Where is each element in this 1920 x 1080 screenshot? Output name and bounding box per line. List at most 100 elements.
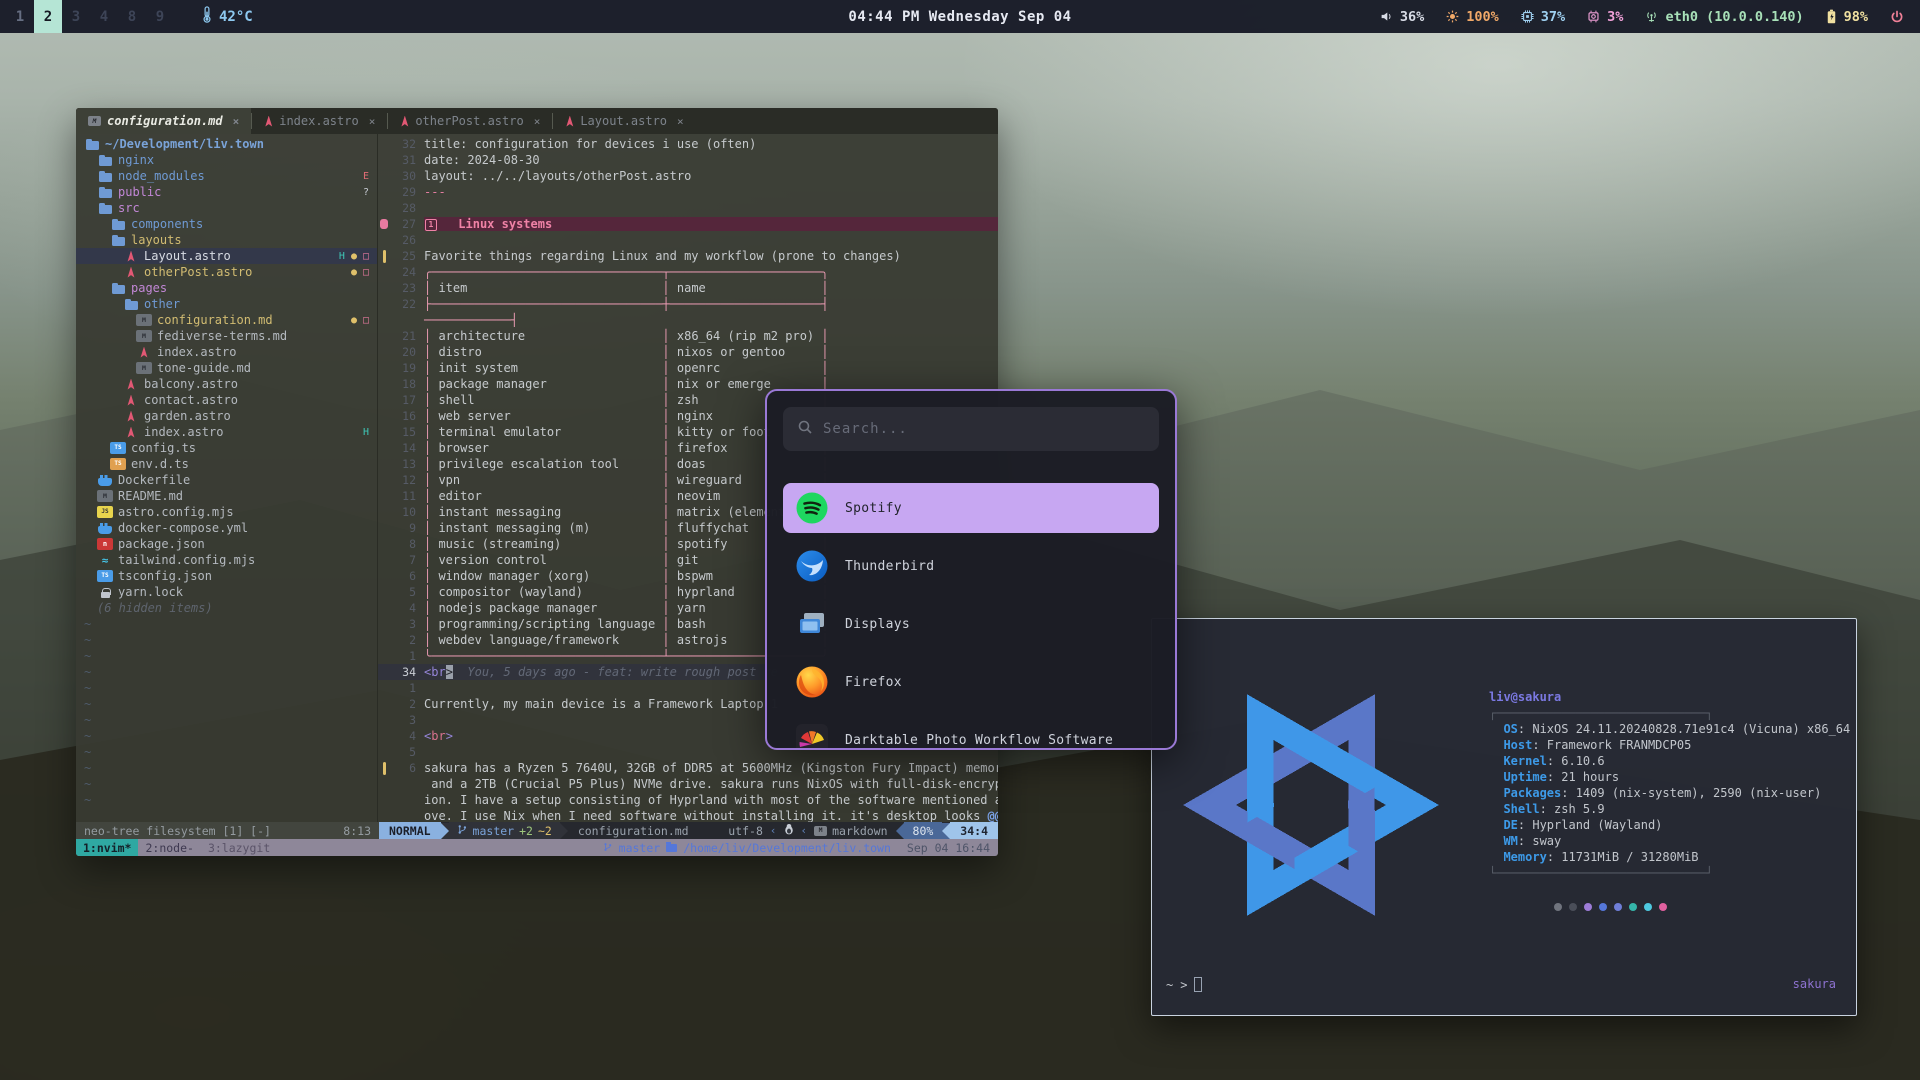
launcher-item-thunderbird[interactable]: Thunderbird bbox=[783, 541, 1159, 591]
tree-item-configuration.md[interactable]: Mconfiguration.md●□ bbox=[76, 312, 377, 328]
tab-Layout.astro[interactable]: Layout.astro× bbox=[553, 108, 695, 134]
file-encoding: utf-8 bbox=[728, 824, 763, 838]
tree-item-docker-compose.yml[interactable]: docker-compose.yml bbox=[76, 520, 377, 536]
editor-line[interactable]: 32title: configuration for devices i use… bbox=[378, 136, 998, 152]
palette-dot bbox=[1644, 903, 1652, 911]
filetype: markdown bbox=[832, 824, 887, 838]
tmux-branch: master bbox=[619, 841, 661, 855]
tree-item-env.d.ts[interactable]: TSenv.d.ts bbox=[76, 456, 377, 472]
editor-line[interactable]: 31date: 2024-08-30 bbox=[378, 152, 998, 168]
tree-item-tailwind.config.mjs[interactable]: ≈tailwind.config.mjs bbox=[76, 552, 377, 568]
tree-item-components[interactable]: components bbox=[76, 216, 377, 232]
tab-otherPost.astro[interactable]: otherPost.astro× bbox=[388, 108, 552, 134]
cpu-module[interactable]: 37% bbox=[1521, 9, 1565, 25]
tree-item-nginx[interactable]: nginx bbox=[76, 152, 377, 168]
main-statusline: NORMAL master +2 ~2 configuration.md utf… bbox=[379, 822, 998, 839]
brightness-module[interactable]: 100% bbox=[1446, 9, 1499, 25]
tmux-path: /home/liv/Development/liv.town bbox=[683, 841, 891, 855]
file-tree: ~/Development/liv.townnginxnode_modulesE… bbox=[76, 134, 378, 822]
editor-line[interactable]: ion. I have a setup consisting of Hyprla… bbox=[378, 792, 998, 808]
editor-line[interactable]: 29--- bbox=[378, 184, 998, 200]
editor-line-text: │ init system │ openrc │ bbox=[424, 361, 998, 375]
tree-item-package.json[interactable]: npackage.json bbox=[76, 536, 377, 552]
editor-line-text: Favorite things regarding Linux and my w… bbox=[424, 249, 998, 263]
tree-item-Layout.astro[interactable]: Layout.astroH●□ bbox=[76, 248, 377, 264]
editor-line[interactable]: 25Favorite things regarding Linux and my… bbox=[378, 248, 998, 264]
gpu-module[interactable]: 3% bbox=[1587, 9, 1623, 25]
tab-index.astro[interactable]: index.astro× bbox=[252, 108, 387, 134]
scroll-percent: 80% bbox=[904, 822, 943, 839]
editor-line[interactable]: 30layout: ../../layouts/otherPost.astro bbox=[378, 168, 998, 184]
launcher-search[interactable] bbox=[783, 407, 1159, 451]
folder-open-icon bbox=[97, 202, 113, 214]
terminal-window-fetch[interactable]: liv@sakura┌─────────────────────────────… bbox=[1151, 618, 1857, 1016]
tree-item-contact.astro[interactable]: contact.astro bbox=[76, 392, 377, 408]
workspace-3[interactable]: 3 bbox=[62, 0, 90, 33]
editor-line[interactable]: 28 bbox=[378, 200, 998, 216]
tree-item-index.astro[interactable]: index.astroH bbox=[76, 424, 377, 440]
fetch-system-info: liv@sakura┌─────────────────────────────… bbox=[1489, 689, 1850, 881]
tmux-window-2-node-[interactable]: 2:node- bbox=[138, 839, 200, 856]
search-input[interactable] bbox=[823, 421, 1145, 437]
tree-item-astro.config.mjs[interactable]: JSastro.config.mjs bbox=[76, 504, 377, 520]
launcher-item-firefox[interactable]: Firefox bbox=[783, 657, 1159, 707]
editor-line-text: │ architecture │ x86_64 (rip m2 pro) │ bbox=[424, 329, 998, 343]
launcher-item-displays[interactable]: Displays bbox=[783, 599, 1159, 649]
workspace-1[interactable]: 1 bbox=[6, 0, 34, 33]
thunderbird-icon bbox=[795, 549, 829, 583]
tree-item-public[interactable]: public? bbox=[76, 184, 377, 200]
tree-item--6-hidden-items-[interactable]: (6 hidden items) bbox=[76, 600, 377, 616]
tree-empty-line: ~ bbox=[76, 744, 377, 760]
editor-line[interactable]: 21│ architecture │ x86_64 (rip m2 pro) │ bbox=[378, 328, 998, 344]
editor-line[interactable]: 23│ item │ name │ bbox=[378, 280, 998, 296]
editor-line[interactable]: and a 2TB (Crucial P5 Plus) NVMe drive. … bbox=[378, 776, 998, 792]
close-icon[interactable]: × bbox=[233, 115, 240, 128]
tmux-window-3-lazygit[interactable]: 3:lazygit bbox=[201, 839, 277, 856]
tree-item-tone-guide.md[interactable]: Mtone-guide.md bbox=[76, 360, 377, 376]
close-icon[interactable]: × bbox=[369, 115, 376, 128]
editor-line[interactable]: 24╭────────────────────────────────┬────… bbox=[378, 264, 998, 280]
tree-item-pages[interactable]: pages bbox=[76, 280, 377, 296]
tree-item-README.md[interactable]: MREADME.md bbox=[76, 488, 377, 504]
workspace-8[interactable]: 8 bbox=[118, 0, 146, 33]
tree-item-yarn.lock[interactable]: yarn.lock bbox=[76, 584, 377, 600]
workspace-9[interactable]: 9 bbox=[146, 0, 174, 33]
close-icon[interactable]: × bbox=[677, 115, 684, 128]
battery-module[interactable]: 98% bbox=[1826, 9, 1868, 25]
tree-item-balcony.astro[interactable]: balcony.astro bbox=[76, 376, 377, 392]
workspace-2[interactable]: 2 bbox=[34, 0, 62, 33]
tree-item-layouts[interactable]: layouts bbox=[76, 232, 377, 248]
tab-configuration.md[interactable]: Mconfiguration.md× bbox=[76, 108, 251, 134]
volume-module[interactable]: 36% bbox=[1380, 9, 1424, 25]
power-icon bbox=[1890, 10, 1904, 24]
workspace-4[interactable]: 4 bbox=[90, 0, 118, 33]
launcher-item-spotify[interactable]: Spotify bbox=[783, 483, 1159, 533]
network-module[interactable]: eth0 (10.0.0.140) bbox=[1645, 9, 1803, 25]
tree-item-config.ts[interactable]: TSconfig.ts bbox=[76, 440, 377, 456]
editor-line[interactable]: 22├────────────────────────────────┼────… bbox=[378, 296, 998, 312]
tree-item-tsconfig.json[interactable]: TStsconfig.json bbox=[76, 568, 377, 584]
tree-item-otherPost.astro[interactable]: otherPost.astro●□ bbox=[76, 264, 377, 280]
power-module[interactable] bbox=[1890, 10, 1904, 24]
editor-line[interactable]: 20│ distro │ nixos or gentoo │ bbox=[378, 344, 998, 360]
editor-line[interactable]: ove. I use Nix when I need software with… bbox=[378, 808, 998, 822]
tree-item-other[interactable]: other bbox=[76, 296, 377, 312]
tree-item-Dockerfile[interactable]: Dockerfile bbox=[76, 472, 377, 488]
tree-item-garden.astro[interactable]: garden.astro bbox=[76, 408, 377, 424]
tree-item-index.astro[interactable]: index.astro bbox=[76, 344, 377, 360]
ts-orange-icon: TS bbox=[110, 458, 126, 470]
powerline-separator bbox=[441, 823, 449, 839]
close-icon[interactable]: × bbox=[534, 115, 541, 128]
editor-line[interactable]: 26 bbox=[378, 232, 998, 248]
editor-line[interactable]: 271 Linux systems bbox=[378, 216, 998, 232]
editor-line[interactable]: 19│ init system │ openrc │ bbox=[378, 360, 998, 376]
shell-prompt[interactable]: ~ > bbox=[1166, 977, 1202, 992]
launcher-item-darktable[interactable]: Darktable Photo Workflow Software bbox=[783, 715, 1159, 750]
tree-item-fediverse-terms.md[interactable]: Mfediverse-terms.md bbox=[76, 328, 377, 344]
tmux-window-1-nvim-[interactable]: 1:nvim* bbox=[76, 839, 138, 856]
tree-item-src[interactable]: src bbox=[76, 200, 377, 216]
editor-line[interactable]: 6sakura has a Ryzen 5 7640U, 32GB of DDR… bbox=[378, 760, 998, 776]
editor-line[interactable]: ────────────┤ bbox=[378, 312, 998, 328]
tree-item-node-modules[interactable]: node_modulesE bbox=[76, 168, 377, 184]
tree-item--Development-liv.town[interactable]: ~/Development/liv.town bbox=[76, 136, 377, 152]
